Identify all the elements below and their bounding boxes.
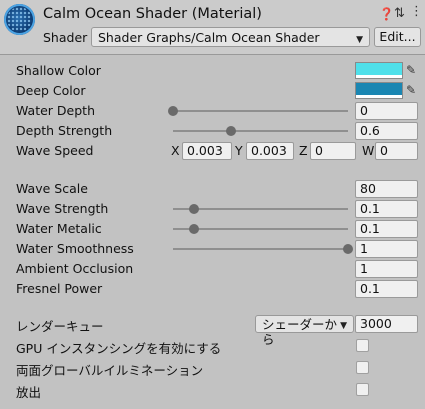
preset-icon[interactable]: ⇅ — [394, 6, 405, 21]
double-sided-gi-checkbox[interactable] — [356, 361, 369, 374]
dropdown-arrow-icon: ▼ — [340, 321, 347, 331]
wave-speed-label: Wave Speed — [16, 143, 94, 158]
eyedropper-icon[interactable]: ✎ — [403, 82, 419, 99]
fresnel-power-input[interactable]: 0.1 — [355, 280, 418, 298]
water-depth-input[interactable]: 0 — [355, 102, 418, 120]
deep-color-label: Deep Color — [16, 83, 86, 98]
material-preview-thumbnail[interactable] — [4, 4, 35, 35]
wave-speed-z-input[interactable]: 0 — [310, 142, 356, 160]
ambient-occlusion-label: Ambient Occlusion — [16, 261, 134, 276]
water-metalic-slider-track[interactable] — [173, 224, 348, 234]
edit-shader-button[interactable]: Edit... — [374, 27, 421, 47]
wave-speed-y-label: Y — [235, 143, 243, 158]
depth-strength-slider-handle[interactable] — [225, 126, 236, 136]
wave-strength-slider-track[interactable] — [173, 204, 348, 214]
wave-strength-slider-handle[interactable] — [189, 204, 199, 214]
wave-speed-y-input[interactable]: 0.003 — [246, 142, 294, 160]
water-depth-label: Water Depth — [16, 103, 95, 118]
gpu-instancing-label: GPU インスタンシングを有効にする — [16, 341, 222, 356]
wave-speed-z-label: Z — [299, 143, 308, 158]
water-depth-slider-track[interactable] — [168, 106, 348, 116]
wave-scale-label: Wave Scale — [16, 181, 88, 196]
emission-checkbox[interactable] — [356, 383, 369, 396]
render-queue-dropdown-value: シェーダーから — [262, 317, 338, 347]
help-icon[interactable]: ❓ — [379, 7, 394, 21]
render-queue-label: レンダーキュー — [16, 319, 104, 334]
wave-speed-x-label: X — [171, 143, 180, 158]
water-smoothness-label: Water Smoothness — [16, 241, 134, 256]
wave-speed-x-input[interactable]: 0.003 — [182, 142, 232, 160]
depth-strength-label: Depth Strength — [16, 123, 113, 138]
shallow-color-label: Shallow Color — [16, 63, 101, 78]
shallow-color-swatch[interactable] — [355, 62, 403, 79]
deep-color-swatch[interactable] — [355, 82, 403, 99]
water-depth-slider-handle[interactable] — [168, 106, 178, 116]
material-title: Calm Ocean Shader (Material) — [43, 6, 262, 22]
wave-speed-w-input[interactable]: 0 — [375, 142, 418, 160]
ambient-occlusion-input[interactable]: 1 — [355, 260, 418, 278]
depth-strength-slider-track[interactable] — [173, 126, 348, 136]
dropdown-arrow-icon: ▼ — [356, 35, 363, 45]
water-metalic-input[interactable]: 0.1 — [355, 220, 418, 238]
shader-dropdown-value: Shader Graphs/Calm Ocean Shader — [98, 30, 320, 45]
wave-scale-input[interactable]: 80 — [355, 180, 418, 198]
water-smoothness-slider-handle[interactable] — [343, 244, 353, 254]
wave-strength-label: Wave Strength — [16, 201, 109, 216]
eyedropper-icon[interactable]: ✎ — [403, 62, 419, 79]
water-metalic-slider-handle[interactable] — [189, 224, 199, 234]
more-options-icon[interactable]: ⋮ — [410, 4, 423, 19]
water-smoothness-input[interactable]: 1 — [355, 240, 418, 258]
double-sided-gi-label: 両面グローバルイルミネーション — [16, 363, 204, 378]
depth-strength-input[interactable]: 0.6 — [355, 122, 418, 140]
fresnel-power-label: Fresnel Power — [16, 281, 103, 296]
render-queue-input[interactable]: 3000 — [355, 315, 418, 333]
water-metalic-label: Water Metalic — [16, 221, 102, 236]
wave-strength-input[interactable]: 0.1 — [355, 200, 418, 218]
shader-label: Shader — [43, 30, 88, 45]
water-smoothness-slider-track[interactable] — [173, 244, 353, 254]
emission-label: 放出 — [16, 385, 42, 400]
render-queue-dropdown[interactable]: シェーダーから ▼ — [255, 315, 354, 347]
gpu-instancing-checkbox[interactable] — [356, 339, 369, 352]
shader-dropdown[interactable]: Shader Graphs/Calm Ocean Shader ▼ — [91, 27, 370, 47]
wave-speed-w-label: W — [362, 143, 375, 158]
